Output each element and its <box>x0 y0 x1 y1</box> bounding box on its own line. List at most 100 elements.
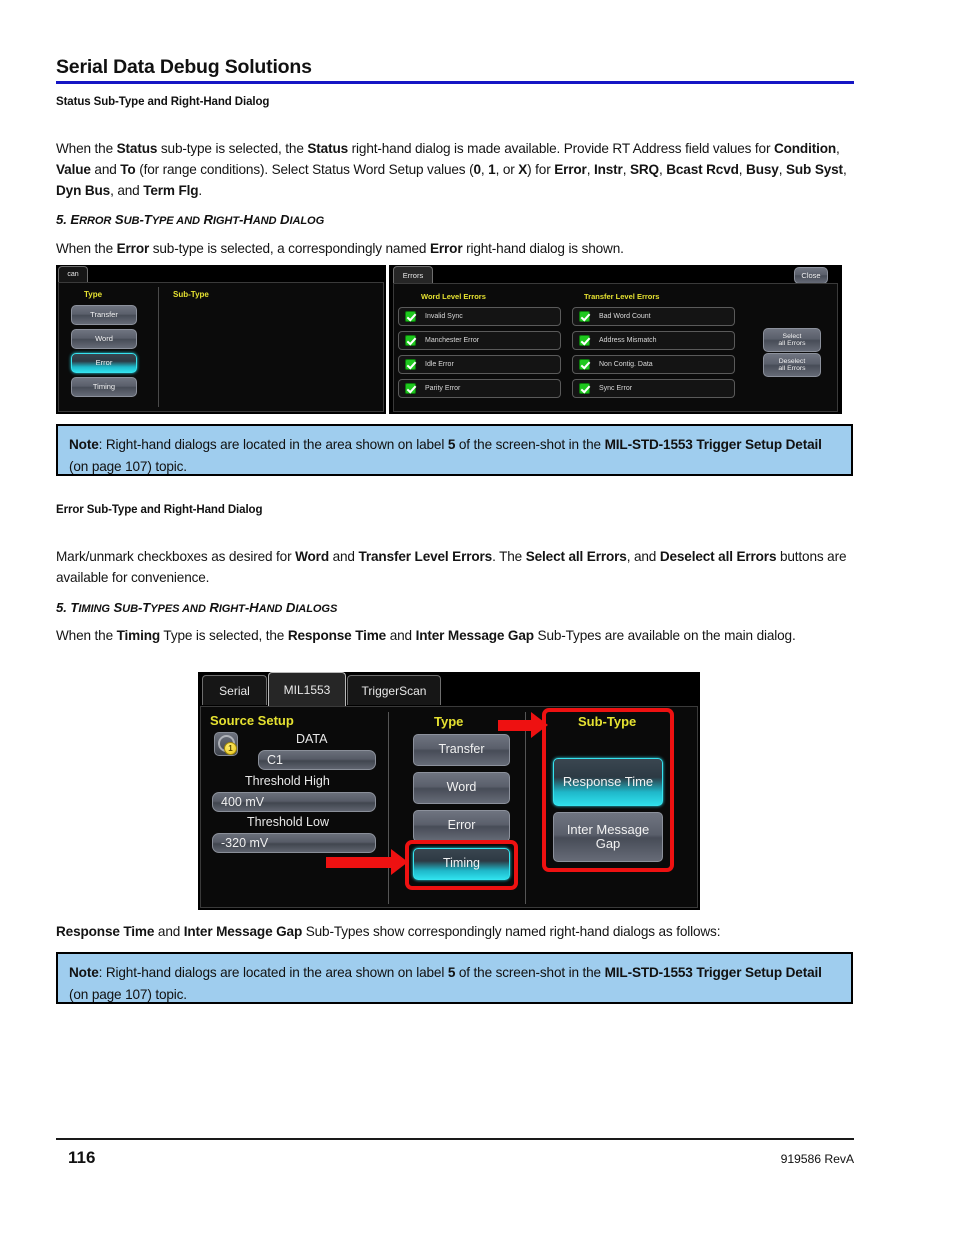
word-level-errors-label: Word Level Errors <box>421 292 486 301</box>
type-button-word[interactable]: Word <box>71 329 137 349</box>
checkbox-row-idle-error[interactable]: Idle Error <box>398 355 561 374</box>
subtypes-paragraph: Response Time and Inter Message Gap Sub-… <box>56 924 721 939</box>
threshold-high-label: Threshold High <box>245 774 330 788</box>
error-main-dialog: can Type Sub-Type Transfer Word Error Ti… <box>56 265 386 414</box>
divider-2 <box>525 712 526 904</box>
button-label-line1: Deselect <box>778 357 806 365</box>
error-heading-number: 5. <box>56 212 71 227</box>
error-subtype-caption: Error Sub-Type and Right-Hand Dialog <box>56 504 263 516</box>
checkbox-label: Invalid Sync <box>425 313 463 320</box>
button-label: Transfer <box>438 742 485 757</box>
timing-heading-number: 5. <box>56 600 71 615</box>
checkbox-row-bad-word-count[interactable]: Bad Word Count <box>572 307 735 326</box>
error-dialog-screenshot: can Type Sub-Type Transfer Word Error Ti… <box>56 265 842 414</box>
tab-errors[interactable]: Errors <box>393 266 433 283</box>
callout-box-timing <box>405 840 518 890</box>
checkbox-icon[interactable] <box>405 335 416 346</box>
divider-1 <box>388 712 389 904</box>
page-title: Serial Data Debug Solutions <box>56 56 312 78</box>
timing-paragraph: When the Timing Type is selected, the Re… <box>56 628 796 643</box>
timing-section-heading: 5. TIMING SUB-TYPES AND RIGHT-HAND DIALO… <box>56 600 854 615</box>
error-heading-text: ERROR SUB-TYPE AND RIGHT-HAND DIALOG <box>70 212 325 227</box>
tab-triggerscan-partial[interactable]: can <box>58 266 88 282</box>
tab-serial[interactable]: Serial <box>202 675 267 705</box>
type-button-error[interactable]: Error <box>413 810 510 842</box>
checkbox-icon[interactable] <box>579 359 590 370</box>
tab-label: MIL1553 <box>283 682 331 697</box>
header-rule <box>56 81 854 84</box>
button-label: Timing <box>92 382 116 392</box>
button-label-line1: Select <box>782 332 802 340</box>
error-paragraph: When the Error sub-type is selected, a c… <box>56 241 624 256</box>
checkbox-icon[interactable] <box>579 383 590 394</box>
errors-right-hand-dialog: Errors Close Word Level Errors Transfer … <box>389 265 842 414</box>
checkbox-icon[interactable] <box>405 311 416 322</box>
note-box-2: Note: Right-hand dialogs are located in … <box>56 952 853 1004</box>
tab-label: can <box>67 271 79 278</box>
status-subtype-caption: Status Sub-Type and Right-Hand Dialog <box>56 96 270 108</box>
threshold-low-label: Threshold Low <box>247 815 329 829</box>
checkbox-label: Parity Error <box>425 385 461 392</box>
checkbox-label: Bad Word Count <box>599 313 651 320</box>
timing-heading-text: TIMING SUB-TYPES AND RIGHT-HAND DIALOGS <box>70 600 338 615</box>
button-label: Word <box>446 780 477 795</box>
document-id: 919586 RevA <box>780 1152 855 1166</box>
button-label: Word <box>95 334 113 344</box>
tab-triggerscan[interactable]: TriggerScan <box>347 675 441 705</box>
mark-unmark-paragraph: Mark/unmark checkboxes as desired for Wo… <box>56 549 847 585</box>
tab-label: TriggerScan <box>361 683 427 698</box>
checkbox-row-manchester-error[interactable]: Manchester Error <box>398 331 561 350</box>
footer-rule <box>56 1138 854 1140</box>
checkbox-label: Sync Error <box>599 385 633 392</box>
checkbox-row-parity-error[interactable]: Parity Error <box>398 379 561 398</box>
data-label: DATA <box>296 732 328 746</box>
probe-badge: 1 <box>224 742 237 755</box>
checkbox-icon[interactable] <box>405 359 416 370</box>
type-button-error[interactable]: Error <box>71 353 137 373</box>
type-group-label: Type <box>84 290 103 299</box>
deselect-all-errors-button[interactable]: Deselect all Errors <box>763 353 821 377</box>
button-label: Error <box>447 818 476 833</box>
page-number: 116 <box>68 1148 96 1167</box>
button-label: Transfer <box>90 310 118 320</box>
checkbox-label: Non Contig. Data <box>599 361 653 368</box>
type-button-word[interactable]: Word <box>413 772 510 804</box>
type-button-transfer[interactable]: Transfer <box>71 305 137 325</box>
divider <box>158 287 159 407</box>
threshold-high-field[interactable]: 400 mV <box>212 792 376 812</box>
checkbox-row-sync-error[interactable]: Sync Error <box>572 379 735 398</box>
type-button-timing[interactable]: Timing <box>71 377 137 397</box>
button-label-line2: all Errors <box>778 340 806 347</box>
tab-label: Errors <box>402 270 424 280</box>
checkbox-icon[interactable] <box>405 383 416 394</box>
timing-dialog-screenshot: Serial MIL1553 TriggerScan Source Setup … <box>198 672 700 910</box>
probe-channel-icon[interactable]: 1 <box>214 732 238 756</box>
checkbox-row-address-mismatch[interactable]: Address Mismatch <box>572 331 735 350</box>
transfer-level-errors-label: Transfer Level Errors <box>584 292 660 301</box>
source-setup-label: Source Setup <box>210 713 294 728</box>
threshold-low-field[interactable]: -320 mV <box>212 833 376 853</box>
callout-box-subtype <box>542 708 674 872</box>
type-button-transfer[interactable]: Transfer <box>413 734 510 766</box>
document-page: Serial Data Debug Solutions Status Sub-T… <box>0 0 954 1235</box>
field-value: 400 mV <box>221 795 265 809</box>
checkbox-label: Idle Error <box>425 361 454 368</box>
checkbox-row-non-contig-data[interactable]: Non Contig. Data <box>572 355 735 374</box>
checkbox-label: Address Mismatch <box>599 337 657 344</box>
subtype-group-label: Sub-Type <box>173 290 209 299</box>
button-label: Error <box>95 358 113 368</box>
tab-mil1553[interactable]: MIL1553 <box>268 672 346 706</box>
status-paragraph: When the Status sub-type is selected, th… <box>56 141 847 198</box>
field-value: -320 mV <box>221 836 269 850</box>
checkbox-row-invalid-sync[interactable]: Invalid Sync <box>398 307 561 326</box>
error-section-heading: 5. ERROR SUB-TYPE AND RIGHT-HAND DIALOG <box>56 212 854 227</box>
select-all-errors-button[interactable]: Select all Errors <box>763 328 821 352</box>
close-button[interactable]: Close <box>794 267 828 284</box>
checkbox-icon[interactable] <box>579 335 590 346</box>
type-column-label: Type <box>434 714 464 729</box>
checkbox-label: Manchester Error <box>425 337 480 344</box>
channel-select-field[interactable]: C1 <box>258 750 376 770</box>
note-box-1: Note: Right-hand dialogs are located in … <box>56 424 853 476</box>
button-label-line2: all Errors <box>778 365 806 372</box>
checkbox-icon[interactable] <box>579 311 590 322</box>
